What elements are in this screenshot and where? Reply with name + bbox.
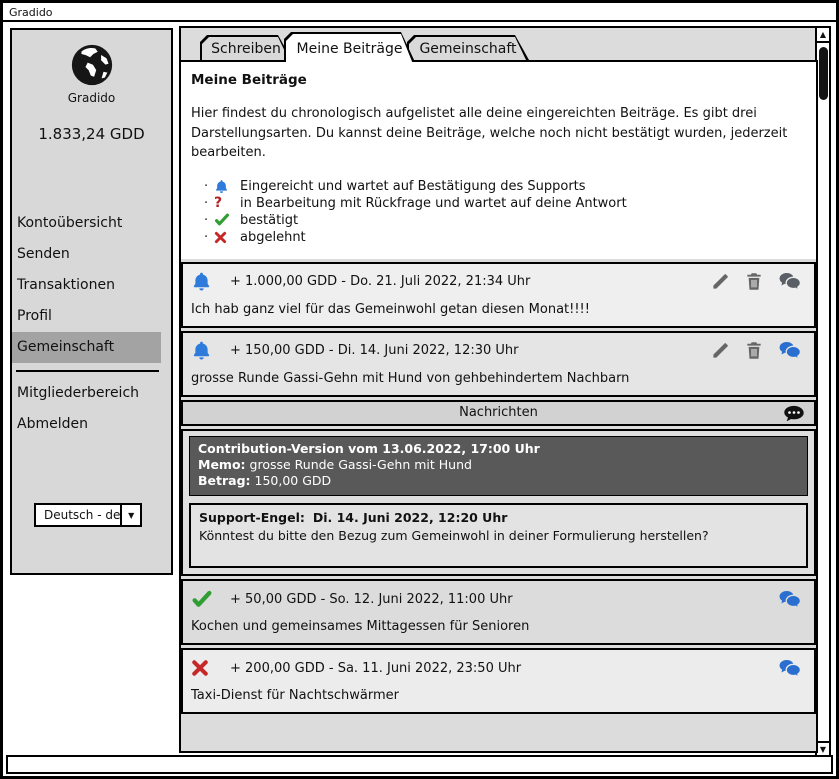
- tab-gemeinschaft[interactable]: Gemeinschaft: [407, 35, 529, 60]
- amount-and-date: + 50,00 GDD - So. 12. Juni 2022, 11:00 U…: [230, 592, 513, 607]
- amount-and-date: + 1.000,00 GDD - Do. 21. Juli 2022, 21:3…: [230, 274, 530, 289]
- bell-icon: [214, 179, 240, 194]
- contribution-memo: Taxi-Dienst für Nachtschwärmer: [183, 680, 814, 712]
- messages-panel: Contribution-Version vom 13.06.2022, 17:…: [181, 429, 816, 577]
- window-title: Gradido: [9, 6, 53, 19]
- status-legend: · Eingereicht und wartet auf Bestätigung…: [204, 178, 804, 246]
- bell-icon: [191, 271, 215, 292]
- check-icon: [191, 590, 215, 609]
- legend-item-abgelehnt: · abgelehnt: [204, 229, 804, 246]
- support-message: Support-Engel: Di. 14. Juni 2022, 12:20 …: [189, 503, 808, 568]
- sidebar-menu: Kontoübersicht Senden Transaktionen Prof…: [12, 208, 171, 440]
- app-window: Gradido Gradido 1.833,24 GDD Kontoübersi…: [0, 0, 839, 779]
- balance-amount: 1.833,24 GDD: [12, 125, 171, 143]
- messages-header-label: Nachrichten: [183, 405, 814, 420]
- sidebar: Gradido 1.833,24 GDD Kontoübersicht Send…: [10, 28, 173, 575]
- scrollbar-thumb[interactable]: [819, 47, 828, 100]
- sidebar-item-profil[interactable]: Profil: [12, 301, 171, 332]
- legend-label: abgelehnt: [240, 230, 306, 245]
- legend-label: Eingereicht und wartet auf Bestätigung d…: [240, 179, 586, 194]
- delete-icon[interactable]: [745, 341, 763, 360]
- x-icon: [191, 659, 215, 677]
- horizontal-scrollbar[interactable]: [6, 755, 833, 774]
- amount-and-date: + 200,00 GDD - Sa. 11. Juni 2022, 23:50 …: [230, 661, 521, 676]
- version-memo: Memo: grosse Runde Gassi-Gehn mit Hund: [198, 457, 799, 473]
- sidebar-item-gemeinschaft[interactable]: Gemeinschaft: [12, 332, 161, 363]
- version-title: Contribution-Version vom 13.06.2022, 17:…: [198, 441, 799, 457]
- logo-label: Gradido: [12, 91, 171, 105]
- contribution-row: + 200,00 GDD - Sa. 11. Juni 2022, 23:50 …: [181, 648, 816, 714]
- sidebar-item-abmelden[interactable]: Abmelden: [12, 409, 171, 440]
- legend-item-bestaetigt: · bestätigt: [204, 212, 804, 229]
- legend-item-eingereicht: · Eingereicht und wartet auf Bestätigung…: [204, 178, 804, 195]
- chat-icon[interactable]: [778, 341, 802, 360]
- chat-ellipsis-icon[interactable]: [783, 405, 805, 423]
- sidebar-item-mitgliederbereich[interactable]: Mitgliederbereich: [12, 378, 171, 409]
- contribution-memo: Kochen und gemeinsames Mittagessen für S…: [183, 611, 814, 643]
- messages-header: Nachrichten: [181, 400, 816, 426]
- language-select-arrow[interactable]: ▼: [120, 505, 140, 525]
- support-message-text: Könntest du bitte den Bezug zum Gemeinwo…: [199, 527, 798, 545]
- globe-logo-icon: [69, 42, 115, 88]
- edit-icon[interactable]: [711, 341, 730, 360]
- tab-schreiben[interactable]: Schreiben: [200, 35, 292, 60]
- contribution-memo: Ich hab ganz viel für das Gemeinwohl get…: [183, 294, 814, 326]
- chat-icon[interactable]: [778, 659, 802, 678]
- chat-icon[interactable]: [778, 590, 802, 609]
- sidebar-divider: [16, 370, 159, 372]
- contribution-memo: grosse Runde Gassi-Gehn mit Hund von geh…: [183, 363, 814, 395]
- intro-text: Hier findest du chronologisch aufgeliste…: [191, 104, 804, 163]
- check-icon: [214, 213, 240, 227]
- sidebar-item-transaktionen[interactable]: Transaktionen: [12, 270, 171, 301]
- legend-label: in Bearbeitung mit Rückfrage und wartet …: [240, 196, 627, 211]
- sidebar-item-senden[interactable]: Senden: [12, 239, 171, 270]
- language-select-value: Deutsch - de: [36, 508, 120, 522]
- contribution-version-message: Contribution-Version vom 13.06.2022, 17:…: [189, 436, 808, 497]
- x-icon: [214, 231, 240, 244]
- amount-and-date: + 150,00 GDD - Di. 14. Juni 2022, 12:30 …: [230, 343, 519, 358]
- edit-icon[interactable]: [711, 272, 730, 291]
- tab-strip: Schreiben Gemeinschaft Meine Beiträge: [179, 26, 818, 60]
- intro-section: Meine Beiträge Hier findest du chronolog…: [181, 62, 816, 259]
- language-select[interactable]: Deutsch - de ▼: [34, 503, 142, 527]
- version-amount: Betrag: 150,00 GDD: [198, 473, 799, 489]
- sidebar-item-kontouebersicht[interactable]: Kontoübersicht: [12, 208, 171, 239]
- scroll-down-icon[interactable]: ▼: [817, 741, 829, 756]
- window-title-bar: Gradido: [3, 3, 836, 22]
- chevron-down-icon: ▼: [128, 511, 134, 520]
- page-title: Meine Beiträge: [191, 72, 804, 88]
- support-message-header: Support-Engel: Di. 14. Juni 2022, 12:20 …: [199, 509, 798, 527]
- contribution-row: + 50,00 GDD - So. 12. Juni 2022, 11:00 U…: [181, 579, 816, 645]
- legend-label: bestätigt: [240, 213, 298, 228]
- scroll-up-icon[interactable]: ▲: [817, 28, 829, 43]
- contribution-row: + 1.000,00 GDD - Do. 21. Juli 2022, 21:3…: [181, 262, 816, 328]
- chat-icon[interactable]: [778, 272, 802, 291]
- question-icon: ?: [214, 195, 240, 211]
- tab-meine-beitraege[interactable]: Meine Beiträge: [284, 32, 415, 62]
- legend-item-rueckfrage: · ? in Bearbeitung mit Rückfrage und war…: [204, 195, 804, 212]
- contribution-row: + 150,00 GDD - Di. 14. Juni 2022, 12:30 …: [181, 331, 816, 397]
- delete-icon[interactable]: [745, 272, 763, 291]
- bell-icon: [191, 340, 215, 361]
- tab-content-panel: Meine Beiträge Hier findest du chronolog…: [179, 60, 818, 753]
